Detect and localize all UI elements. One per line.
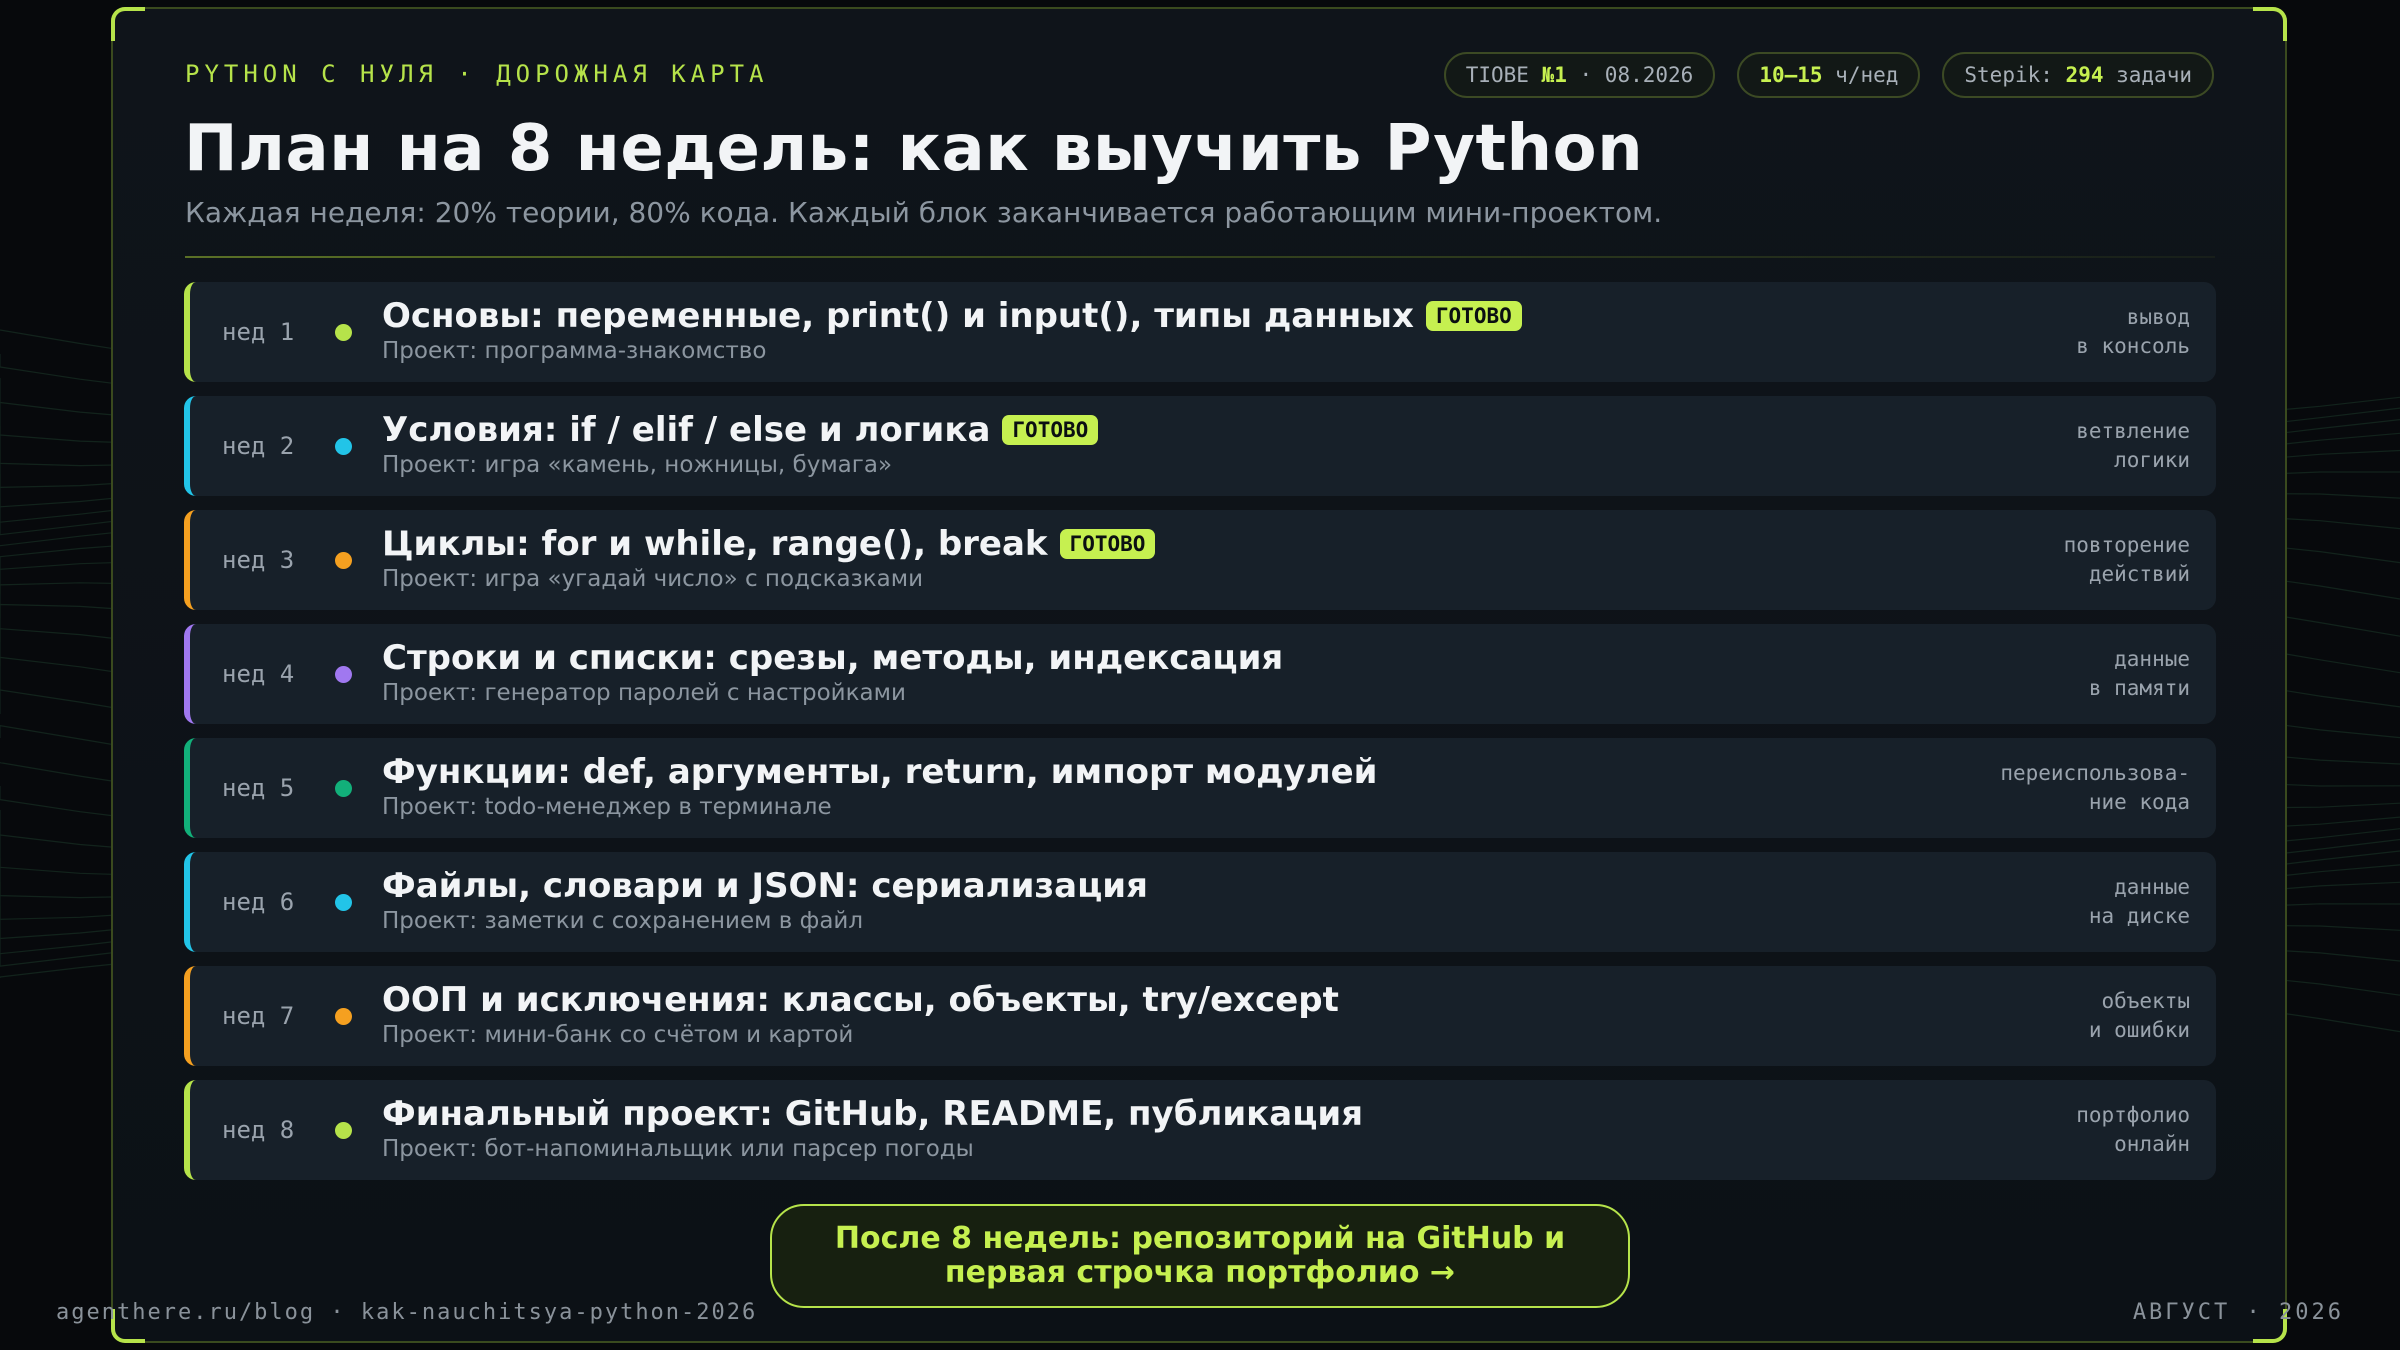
done-badge: ГОТОВО (1425, 301, 1522, 331)
stat-pill-stepik: Stepik: 294 задачи (1942, 52, 2214, 98)
cta-line-1: После 8 недель: репозиторий на GitHub и (834, 1221, 1566, 1256)
stat-pill-hours: 10–15 ч/нед (1737, 52, 1921, 98)
week-row: нед 7 ООП и исключения: классы, объекты,… (184, 966, 2216, 1066)
status-dot (335, 1008, 352, 1025)
week-title: Строки и списки: срезы, методы, индексац… (382, 638, 1284, 678)
week-title: Финальный проект: GitHub, README, публик… (382, 1094, 1364, 1134)
week-number: нед 6 (222, 888, 295, 916)
frame-corner (2253, 7, 2287, 41)
week-project: Проект: игра «угадай число» с подсказкам… (382, 566, 924, 592)
week-project: Проект: игра «камень, ножницы, бумага» (382, 452, 893, 478)
week-tag: данные в памяти (2088, 647, 2190, 700)
cta-banner: После 8 недель: репозиторий на GitHub и … (770, 1204, 1630, 1308)
week-project: Проект: бот-напоминальщик или парсер пог… (382, 1136, 974, 1162)
week-number: нед 7 (222, 1002, 295, 1030)
page-title: План на 8 недель: как выучить Python (184, 112, 1644, 186)
week-tag: портфолио онлайн (2076, 1103, 2190, 1156)
week-title: Файлы, словари и JSON: сериализация (382, 866, 1148, 906)
week-row: нед 1 Основы: переменные, print() и inpu… (184, 282, 2216, 382)
footer-date: АВГУСТ · 2026 (2132, 1300, 2344, 1325)
week-number: нед 3 (222, 546, 295, 574)
week-number: нед 1 (222, 318, 295, 346)
kicker: PYTHON С НУЛЯ · ДОРОЖНАЯ КАРТА (185, 60, 769, 88)
week-title: Функции: def, аргументы, return, импорт … (382, 752, 1378, 792)
week-row: нед 6 Файлы, словари и JSON: сериализаци… (184, 852, 2216, 952)
week-tag: объекты и ошибки (2088, 989, 2190, 1042)
week-tag: ветвление логики (2076, 419, 2190, 472)
week-row: нед 2 Условия: if / elif / else и логика… (184, 396, 2216, 496)
week-number: нед 4 (222, 660, 295, 688)
week-tag: переиспользова-ние кода (2000, 761, 2190, 814)
status-dot (335, 780, 352, 797)
week-row: нед 4 Строки и списки: срезы, методы, ин… (184, 624, 2216, 724)
status-dot (335, 324, 352, 341)
status-dot (335, 552, 352, 569)
status-dot (335, 894, 352, 911)
frame-corner (111, 7, 145, 41)
week-project: Проект: заметки с сохранением в файл (382, 908, 864, 934)
status-dot (335, 1122, 352, 1139)
week-row: нед 5 Функции: def, аргументы, return, и… (184, 738, 2216, 838)
week-title: ООП и исключения: классы, объекты, try/e… (382, 980, 1339, 1020)
week-project: Проект: генератор паролей с настройками (382, 680, 906, 706)
week-title: Условия: if / elif / else и логика ГОТОВО (382, 410, 1099, 450)
week-number: нед 5 (222, 774, 295, 802)
week-tag: повторение действий (2063, 533, 2190, 586)
week-title: Циклы: for и while, range(), break ГОТОВО (382, 524, 1156, 564)
week-title: Основы: переменные, print() и input(), т… (382, 296, 1522, 336)
week-project: Проект: мини-банк со счётом и картой (382, 1022, 854, 1048)
status-dot (335, 666, 352, 683)
week-number: нед 2 (222, 432, 295, 460)
done-badge: ГОТОВО (1059, 529, 1156, 559)
week-row: нед 3 Циклы: for и while, range(), break… (184, 510, 2216, 610)
week-project: Проект: программа-знакомство (382, 338, 767, 364)
done-badge: ГОТОВО (1002, 415, 1099, 445)
stats-pills: TIOBE №1 · 08.2026 10–15 ч/нед Stepik: 2… (1443, 52, 2214, 98)
week-number: нед 8 (222, 1116, 295, 1144)
week-project: Проект: todo-менеджер в терминале (382, 794, 832, 820)
week-list: нед 1 Основы: переменные, print() и inpu… (184, 282, 2216, 1194)
stat-pill-tiobe: TIOBE №1 · 08.2026 (1443, 52, 1716, 98)
week-tag: вывод в консоль (2076, 305, 2190, 358)
cta-line-2: первая строчка портфолио → (944, 1255, 1456, 1290)
footer-url: agenthere.ru/blog · kak-nauchitsya-pytho… (56, 1300, 758, 1325)
divider (185, 256, 2215, 258)
week-tag: данные на диске (2088, 875, 2190, 928)
page-subtitle: Каждая неделя: 20% теории, 80% кода. Каж… (185, 196, 1663, 229)
week-row: нед 8 Финальный проект: GitHub, README, … (184, 1080, 2216, 1180)
status-dot (335, 438, 352, 455)
